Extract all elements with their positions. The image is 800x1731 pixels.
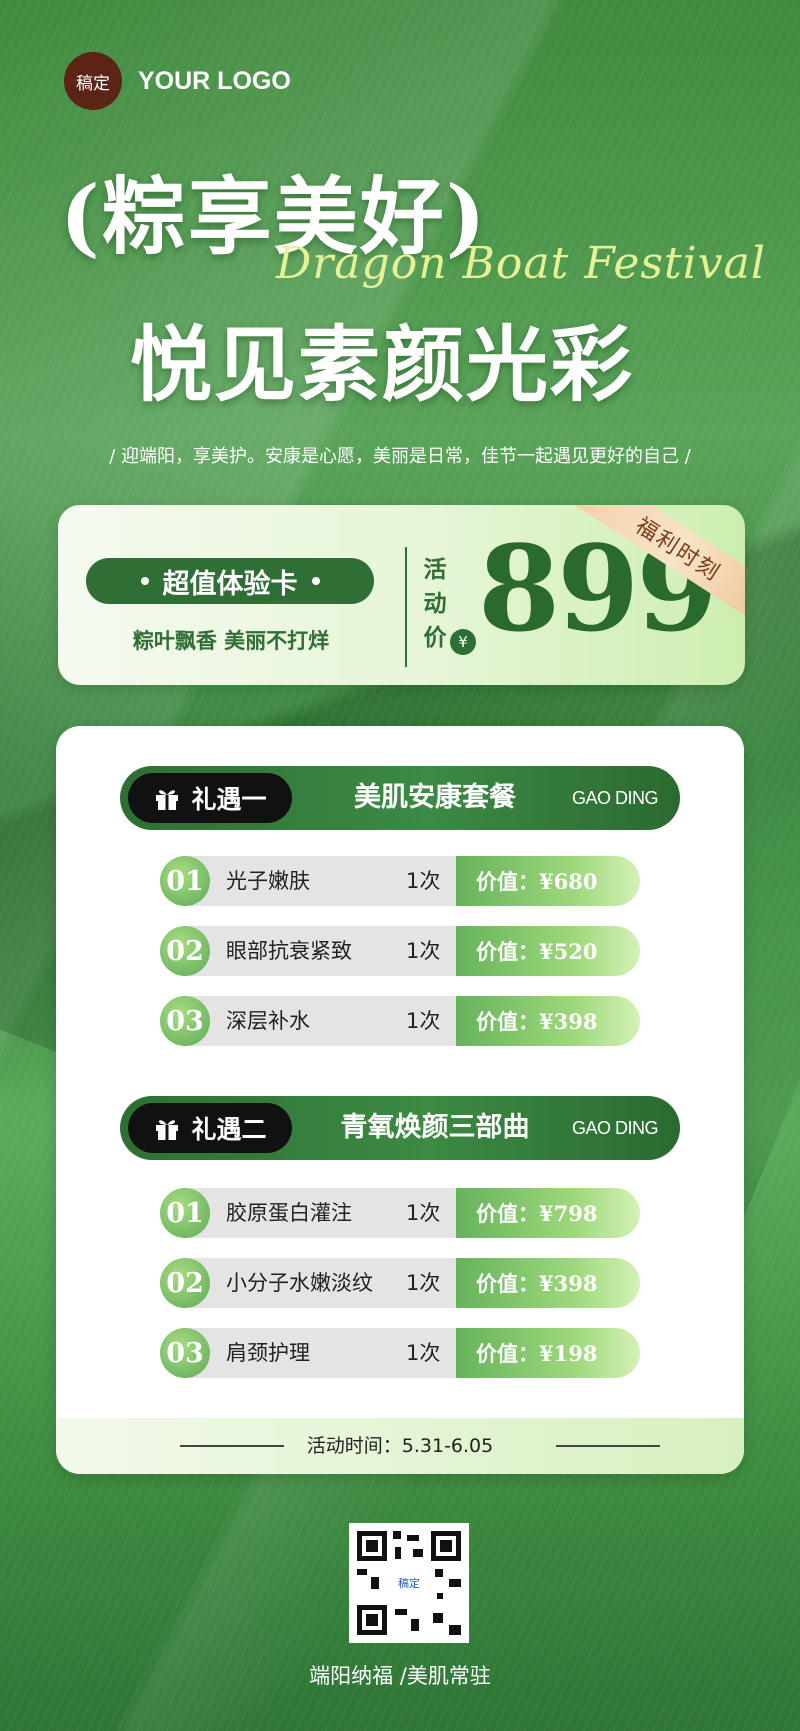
item-name: 光子嫩肤: [226, 869, 310, 893]
item-value: 价值：¥398: [456, 1258, 640, 1308]
card-pill-label: 超值体验卡: [162, 568, 298, 600]
event-time: 活动时间：5.31-6.05: [306, 1435, 494, 1457]
list-item: 02 小分子水嫩淡纹 1次 价值：¥398: [160, 1258, 640, 1308]
list-item: 01 光子嫩肤 1次 价值：¥680: [160, 856, 640, 906]
gift-icon: [156, 790, 179, 810]
qr-module: [393, 1531, 401, 1539]
item-number: 02: [160, 926, 210, 976]
qr-code-icon[interactable]: 稿定: [349, 1523, 469, 1643]
qr-module: [395, 1547, 401, 1559]
price-label-char: 价: [423, 624, 447, 651]
qr-module: [449, 1579, 461, 1587]
card-subtitle: 粽叶飘香 美丽不打烊: [132, 628, 330, 653]
logo-badge: 稿定: [64, 52, 122, 110]
qr-center-label: 稿定: [389, 1563, 429, 1603]
item-times: 1次: [406, 869, 441, 893]
section-en: GAO DING: [571, 788, 659, 808]
item-number: 03: [160, 996, 210, 1046]
item-name: 深层补水: [226, 1009, 310, 1033]
item-times: 1次: [406, 1271, 441, 1295]
item-name: 肩颈护理: [226, 1341, 310, 1365]
price-label-char: 活: [423, 556, 447, 583]
item-times: 1次: [406, 1009, 441, 1033]
item-value: 价值：¥198: [456, 1328, 640, 1378]
price-card: 超值体验卡 粽叶飘香 美丽不打烊 活 动 价 ¥ 899 福利时刻: [58, 505, 745, 685]
item-times: 1次: [406, 1201, 441, 1225]
item-number: 03: [160, 1328, 210, 1378]
item-name: 小分子水嫩淡纹: [226, 1271, 373, 1295]
item-value: 价值：¥520: [456, 926, 640, 976]
qr-module: [437, 1593, 443, 1599]
logo-row: 稿定 YOUR LOGO: [64, 52, 291, 110]
section-tag-label: 礼遇二: [191, 1115, 267, 1144]
list-item: 03 肩颈护理 1次 价值：¥198: [160, 1328, 640, 1378]
section-title: 美肌安康套餐: [354, 782, 516, 813]
bottom-slogan: 端阳纳福 /美肌常驻: [309, 1664, 491, 1688]
tagline: / 迎端阳，享美护。安康是心愿，美丽是日常，佳节一起遇见更好的自己 /: [109, 446, 691, 467]
list-item: 03 深层补水 1次 价值：¥398: [160, 996, 640, 1046]
qr-module: [449, 1625, 461, 1635]
item-times: 1次: [406, 1341, 441, 1365]
item-number: 01: [160, 1188, 210, 1238]
headline-line2: 悦见素颜光彩: [130, 317, 635, 413]
section-header: 礼遇二 青氧焕颜三部曲 GAO DING: [120, 1096, 680, 1160]
qr-module: [407, 1535, 419, 1541]
card-divider: [405, 547, 407, 667]
qr-module: [413, 1549, 423, 1557]
item-name: 胶原蛋白灌注: [226, 1201, 352, 1225]
item-name: 眼部抗衰紧致: [226, 939, 352, 963]
qr-module: [395, 1609, 407, 1615]
list-item: 01 胶原蛋白灌注 1次 价值：¥798: [160, 1188, 640, 1238]
panel-footer: 活动时间：5.31-6.05: [56, 1418, 744, 1474]
headline-script: Dragon Boat Festival: [276, 238, 766, 289]
section-tag: 礼遇二: [128, 1103, 292, 1153]
qr-module: [440, 1540, 452, 1552]
pill-dot-right: [311, 577, 320, 585]
qr-module: [357, 1569, 367, 1575]
gift-icon: [156, 1120, 179, 1140]
qr-module: [435, 1569, 443, 1577]
offer-panel: 礼遇一 美肌安康套餐 GAO DING 01 光子嫩肤 1次 价值：¥680 0…: [56, 726, 744, 1474]
qr-module: [366, 1540, 378, 1552]
section-tag: 礼遇一: [128, 773, 292, 823]
section-en: GAO DING: [571, 1118, 659, 1138]
section-header: 礼遇一 美肌安康套餐 GAO DING: [120, 766, 680, 830]
list-item: 02 眼部抗衰紧致 1次 价值：¥520: [160, 926, 640, 976]
pill-dot-left: [140, 577, 149, 585]
price-label-char: 动: [423, 590, 447, 617]
item-value: 价值：¥398: [456, 996, 640, 1046]
poster: 稿定 YOUR LOGO (粽享美好) Dragon Boat Festival…: [0, 0, 800, 1731]
item-value: 价值：¥680: [456, 856, 640, 906]
item-times: 1次: [406, 939, 441, 963]
section-tag-label: 礼遇一: [191, 785, 267, 814]
currency-badge: ¥: [450, 629, 476, 655]
item-number: 01: [160, 856, 210, 906]
card-pill: 超值体验卡: [86, 558, 374, 604]
section-title: 青氧焕颜三部曲: [340, 1112, 530, 1143]
price-label: 活 动 价: [420, 553, 450, 655]
qr-module: [371, 1577, 379, 1589]
logo-text: YOUR LOGO: [138, 66, 291, 95]
item-number: 02: [160, 1258, 210, 1308]
item-value: 价值：¥798: [456, 1188, 640, 1238]
qr-module: [411, 1619, 419, 1631]
qr-module: [433, 1613, 443, 1623]
qr-module: [366, 1614, 378, 1626]
